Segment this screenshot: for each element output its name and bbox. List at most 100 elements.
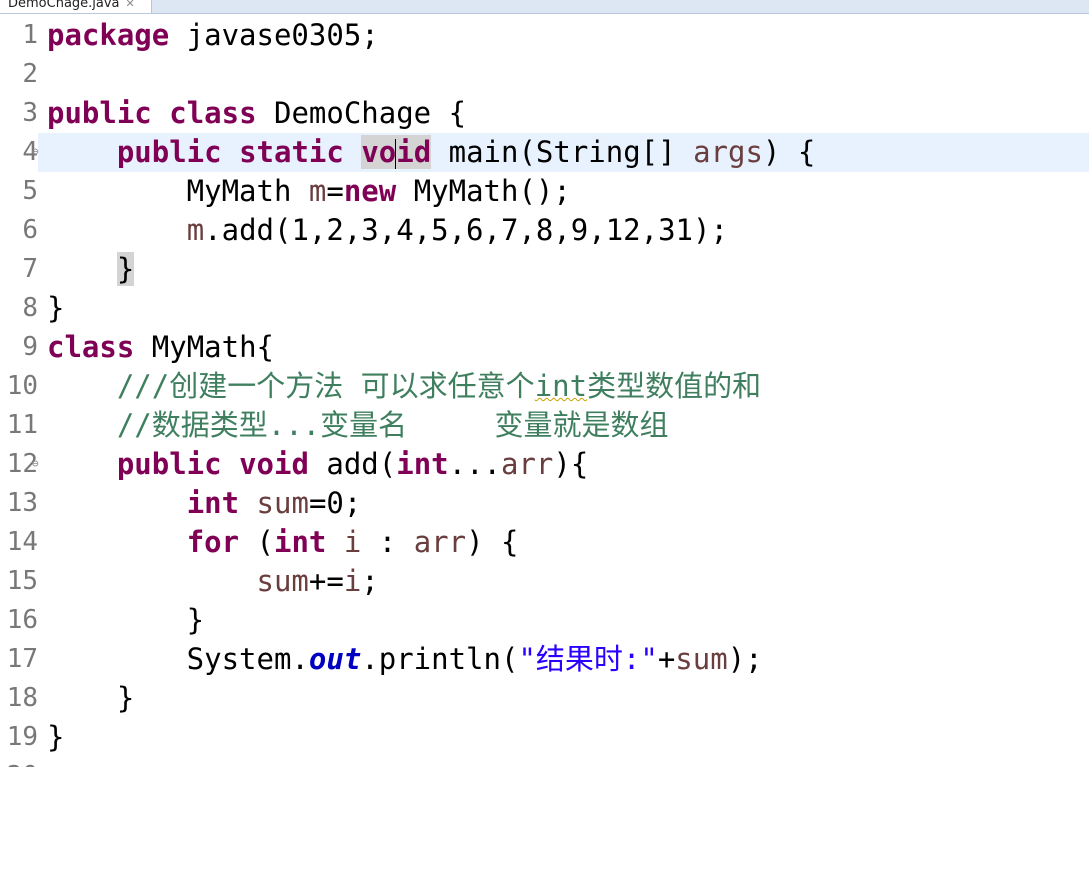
code-token: args	[693, 135, 763, 169]
code-line-2: 2	[0, 55, 1089, 94]
line-number: 10	[0, 367, 38, 406]
line-number: 2	[0, 55, 38, 94]
code-token: sum	[256, 564, 309, 598]
code-token: add(	[308, 447, 397, 481]
code-token: public	[47, 96, 152, 130]
code-token: System.	[47, 642, 309, 676]
code-line-5: 5 MyMath m=new MyMath();	[0, 172, 1089, 211]
line-number: 19	[0, 718, 38, 757]
code-token: (	[239, 525, 274, 559]
code-token: }	[47, 603, 205, 637]
code-token: arr	[413, 525, 467, 559]
code-token: );	[727, 642, 763, 676]
line-number: 13	[0, 484, 38, 523]
code-token: javase0305;	[169, 18, 379, 52]
code-token: i	[343, 525, 362, 559]
fold-collapse-icon[interactable]: ⊖	[32, 146, 39, 157]
code-token: }	[47, 291, 65, 325]
code-token: m	[308, 174, 327, 208]
code-token: package	[47, 18, 170, 52]
comment-token: //数据类型...变量名 变量就是数组	[116, 408, 669, 442]
code-token: int	[396, 447, 449, 481]
code-token: }	[47, 720, 65, 754]
string-token: "结果时:"	[518, 642, 658, 676]
code-line-8: 8 }	[0, 289, 1089, 328]
close-icon[interactable]: ✕	[126, 0, 135, 10]
code-token: =	[326, 174, 344, 208]
code-line-18: 18 }	[0, 679, 1089, 718]
code-token: vo	[361, 135, 397, 169]
code-token: out	[308, 642, 362, 676]
line-number: 18	[0, 679, 38, 718]
line-number: 8	[0, 289, 38, 328]
code-token: public	[116, 447, 222, 481]
code-line-15: 15 sum+=i;	[0, 562, 1089, 601]
code-token: MyMath();	[396, 174, 571, 208]
code-line-17: 17 System.out.println("结果时:"+sum);	[0, 640, 1089, 679]
line-number: 15	[0, 562, 38, 601]
fold-collapse-icon[interactable]: ⊖	[32, 458, 39, 469]
code-token: int	[274, 525, 327, 559]
code-token: ;	[361, 564, 379, 598]
code-token: sum	[675, 642, 728, 676]
code-line-7: 7 }	[0, 250, 1089, 289]
line-number: 5	[0, 172, 38, 211]
tab-demochage-java[interactable]: DemoChage.java ✕	[0, 0, 152, 13]
code-token: void	[239, 447, 309, 481]
code-editor[interactable]: 1 package javase0305; 2 3 public class D…	[0, 16, 1089, 767]
code-token: ) {	[762, 135, 816, 169]
code-token: ){	[553, 447, 589, 481]
code-token: ...	[448, 447, 502, 481]
code-line-9: 9 class MyMath{	[0, 328, 1089, 367]
code-line-11: 11 //数据类型...变量名 变量就是数组	[0, 406, 1089, 445]
matching-bracket: }	[116, 252, 135, 286]
code-token: +	[657, 642, 676, 676]
line-number: 3	[0, 94, 38, 133]
line-number: 16	[0, 601, 38, 640]
code-token: .println(	[361, 642, 519, 676]
code-token: for	[186, 525, 240, 559]
code-token: :	[361, 525, 414, 559]
code-token: DemoChage {	[256, 96, 467, 130]
line-number: 20	[0, 757, 38, 767]
line-number: 1	[0, 16, 38, 55]
line-number: 6	[0, 211, 38, 250]
code-line-20: 20	[0, 757, 1089, 767]
code-line-19: 19 }	[0, 718, 1089, 757]
code-token: id	[396, 135, 432, 169]
code-token: int	[186, 486, 240, 520]
line-number: 14	[0, 523, 38, 562]
code-token: public	[116, 135, 222, 169]
code-token: MyMath{	[134, 330, 274, 364]
code-token: main(String[]	[431, 135, 694, 169]
code-token: .add(1,2,3,4,5,6,7,8,9,12,31);	[204, 213, 728, 247]
code-token: m	[186, 213, 205, 247]
code-token: }	[47, 681, 135, 715]
code-token: i	[343, 564, 362, 598]
comment-token: int	[534, 369, 588, 403]
code-token: new	[343, 174, 397, 208]
code-line-10: 10 ///创建一个方法 可以求任意个int类型数值的和	[0, 367, 1089, 406]
line-number: 7	[0, 250, 38, 289]
code-line-4-current: 4 ⊖ public static void main(String[] arg…	[0, 133, 1089, 172]
code-token: sum	[256, 486, 309, 520]
code-token: static	[239, 135, 344, 169]
code-line-6: 6 m.add(1,2,3,4,5,6,7,8,9,12,31);	[0, 211, 1089, 250]
code-line-16: 16 }	[0, 601, 1089, 640]
tab-title: DemoChage.java	[8, 0, 120, 11]
code-line-1: 1 package javase0305;	[0, 16, 1089, 55]
code-token: class	[47, 330, 135, 364]
code-line-3: 3 public class DemoChage {	[0, 94, 1089, 133]
code-token: +=	[308, 564, 344, 598]
